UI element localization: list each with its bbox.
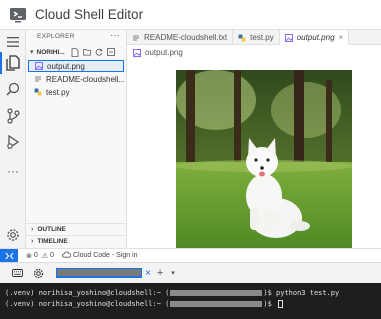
white-dog-on-grass-image <box>176 70 352 248</box>
tab-label: output.png <box>296 33 335 42</box>
keyboard-icon[interactable] <box>11 267 23 279</box>
file-item-readme[interactable]: README-cloudshell... <box>28 73 126 85</box>
prompt-text: (.venv) norihisa_yoshino@cloudshell:~ ( <box>5 300 170 308</box>
explorer-more-button[interactable]: ··· <box>110 30 120 41</box>
new-file-icon[interactable] <box>71 47 79 57</box>
outline-label: OUTLINE <box>37 226 66 233</box>
text-file-icon <box>132 34 140 42</box>
prompt-text: (.venv) norihisa_yoshino@cloudshell:~ ( <box>5 289 170 297</box>
terminal-output[interactable]: (.venv) norihisa_yoshino@cloudshell:~ ()… <box>0 283 381 319</box>
terminal-session-tab[interactable] <box>56 268 142 278</box>
activity-bar: ··· <box>0 30 26 248</box>
image-file-icon <box>133 48 141 57</box>
collapse-all-icon[interactable] <box>106 48 115 56</box>
tab-label: README-cloudshell.txt <box>144 33 228 42</box>
breadcrumb[interactable]: output.png <box>133 48 183 57</box>
cloud-shell-editor-window: Cloud Shell Editor ··· EXPLORER ··· ▾ NO… <box>0 0 381 319</box>
redacted-project-id <box>170 301 263 307</box>
file-item-test-py[interactable]: test.py <box>28 86 124 98</box>
remote-icon[interactable] <box>0 248 18 263</box>
tab-test-py[interactable]: test.py <box>233 30 280 45</box>
tab-label: test.py <box>250 33 274 42</box>
folder-name: NORIHI... <box>36 48 65 56</box>
file-label: README-cloudshell... <box>46 74 126 84</box>
chevron-right-icon: › <box>31 238 34 245</box>
timeline-label: TIMELINE <box>37 238 68 245</box>
explorer-panel: EXPLORER ··· ▾ NORIHI... output.png READ… <box>26 30 127 248</box>
problems-status[interactable]: ⊗ 0 ⚠ 0 <box>24 252 54 260</box>
image-editor: output.png <box>127 45 381 248</box>
python-file-icon <box>34 88 42 97</box>
error-count: 0 <box>33 252 38 259</box>
terminal-settings-icon[interactable] <box>32 267 44 279</box>
settings-icon[interactable] <box>4 226 22 244</box>
image-file-icon <box>35 62 43 71</box>
cloud-code-icon <box>62 251 72 260</box>
chevron-down-icon: ▾ <box>30 49 34 56</box>
tab-output-png[interactable]: output.png × <box>279 30 350 45</box>
close-tab-icon[interactable]: × <box>339 33 344 42</box>
terminal-line: (.venv) norihisa_yoshino@cloudshell:~ ()… <box>5 299 284 309</box>
refresh-icon[interactable] <box>95 48 103 56</box>
terminal-dropdown-icon[interactable]: ▾ <box>171 269 175 277</box>
file-label: test.py <box>46 87 70 97</box>
timeline-section[interactable]: › TIMELINE <box>26 235 126 247</box>
cloud-shell-logo-icon <box>9 7 27 23</box>
file-item-output-png[interactable]: output.png <box>28 60 124 72</box>
explorer-header: EXPLORER <box>37 33 75 40</box>
search-icon[interactable] <box>4 80 22 98</box>
text-file-icon <box>34 75 42 84</box>
warning-icon: ⚠ <box>41 252 49 260</box>
app-title: Cloud Shell Editor <box>35 7 144 22</box>
title-bar: Cloud Shell Editor <box>0 0 381 30</box>
add-terminal-button[interactable]: + <box>157 267 163 279</box>
workspace-folder[interactable]: ▾ NORIHI... <box>26 45 126 59</box>
terminal-tab-bar: × + ▾ <box>0 262 381 283</box>
python-file-icon <box>238 34 246 42</box>
editor-tabs: README-cloudshell.txt test.py output.png… <box>127 30 381 45</box>
error-icon: ⊗ <box>26 252 32 260</box>
redacted-project-id <box>170 290 263 296</box>
tab-readme[interactable]: README-cloudshell.txt <box>127 30 234 45</box>
cloud-code-status[interactable]: Cloud Code - Sign in <box>60 251 138 260</box>
menu-icon[interactable] <box>4 33 22 51</box>
new-folder-icon[interactable] <box>82 48 91 56</box>
close-terminal-icon[interactable]: × <box>145 268 151 279</box>
files-icon[interactable] <box>0 52 22 74</box>
breadcrumb-label: output.png <box>145 48 183 57</box>
more-icon[interactable]: ··· <box>4 162 22 180</box>
image-file-icon <box>284 33 293 42</box>
file-label: output.png <box>47 61 85 71</box>
warning-count: 0 <box>50 252 54 259</box>
source-control-icon[interactable] <box>4 107 22 125</box>
outline-section[interactable]: › OUTLINE <box>26 223 126 235</box>
terminal-line: (.venv) norihisa_yoshino@cloudshell:~ ()… <box>5 288 339 298</box>
chevron-right-icon: › <box>31 226 34 233</box>
status-bar: ⊗ 0 ⚠ 0 Cloud Code - Sign in <box>0 248 381 263</box>
command-text: )$ python3 test.py <box>263 289 340 297</box>
command-text: )$ <box>263 300 277 308</box>
cloud-code-label: Cloud Code - Sign in <box>72 252 138 259</box>
terminal-cursor <box>278 300 284 308</box>
run-debug-icon[interactable] <box>4 133 22 151</box>
